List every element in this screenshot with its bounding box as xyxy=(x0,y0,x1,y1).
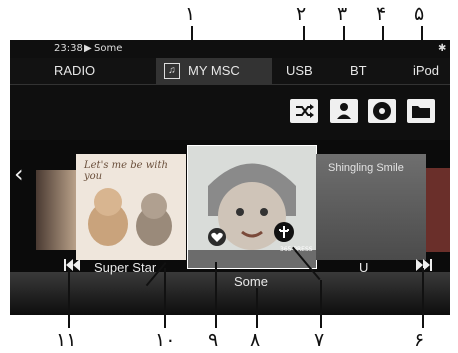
folder-icon xyxy=(412,106,430,118)
previous-track-button[interactable] xyxy=(62,256,84,274)
disc-button[interactable] xyxy=(368,99,396,123)
source-tabs: RADIO ♫ MY MSC USB BT iPod xyxy=(10,58,450,85)
leader-10 xyxy=(164,268,166,328)
callout-9: ۹ xyxy=(208,329,219,351)
right-track-title: U xyxy=(359,260,369,275)
callout-4: ۴ xyxy=(376,3,387,25)
status-track: Some xyxy=(94,43,123,54)
album-cover-far-right[interactable] xyxy=(426,168,450,252)
center-track-title: Some xyxy=(234,274,268,289)
music-note-icon: ♫ xyxy=(164,63,180,79)
folder-button[interactable] xyxy=(407,99,435,123)
album-cover-left[interactable]: Let's me be with you xyxy=(76,154,186,260)
leader-8 xyxy=(256,288,258,328)
callout-10: ۱۰ xyxy=(155,329,176,351)
cat-dog-illustration-icon xyxy=(88,188,172,246)
status-bar: 23:38 ▶ Some ✱ xyxy=(10,40,450,58)
usb-source-badge xyxy=(274,222,294,242)
album-cover-center[interactable]: 365 PRESS xyxy=(187,145,317,269)
tab-radio[interactable]: RADIO xyxy=(54,58,124,84)
bluetooth-icon: ✱ xyxy=(438,43,447,54)
disc-icon xyxy=(373,102,391,120)
skip-previous-icon xyxy=(64,259,80,271)
shuffle-icon xyxy=(296,104,314,118)
album-cover-right[interactable]: Shingling Smile xyxy=(316,154,426,260)
tab-usb[interactable]: USB xyxy=(286,58,336,84)
callout-7: ۷ xyxy=(314,329,325,351)
album-carousel[interactable]: ‹ Let's me be with you 365 PRESS Shingli… xyxy=(10,140,450,272)
album-cover-far-left[interactable] xyxy=(36,170,76,250)
shuffle-button[interactable] xyxy=(290,99,318,123)
cover-right-title: Shingling Smile xyxy=(328,162,404,174)
leader-6 xyxy=(422,268,424,328)
reflection-bar xyxy=(10,272,450,315)
leader-11 xyxy=(68,268,70,328)
tab-my-msc[interactable]: ♫ MY MSC xyxy=(156,58,272,84)
tab-bt[interactable]: BT xyxy=(350,58,390,84)
left-track-title: Super Star xyxy=(94,260,157,275)
callout-8: ۸ xyxy=(250,329,261,351)
tab-ipod[interactable]: iPod xyxy=(413,58,450,84)
heart-icon xyxy=(211,232,223,242)
callout-11: ۱۱ xyxy=(56,329,77,351)
artist-button[interactable] xyxy=(330,99,358,123)
leader-7 xyxy=(320,280,322,328)
callout-2: ۲ xyxy=(296,3,307,25)
usb-icon xyxy=(279,226,289,238)
favorite-heart-button[interactable] xyxy=(208,228,226,246)
leader-9 xyxy=(215,262,217,328)
callout-1: ۱ xyxy=(185,3,196,25)
person-icon xyxy=(337,103,351,119)
status-time: 23:38 xyxy=(54,43,83,54)
callout-5: ۵ xyxy=(414,3,425,25)
callout-3: ۳ xyxy=(337,3,348,25)
carousel-left-arrow-icon[interactable]: ‹ xyxy=(14,160,24,188)
play-indicator-icon: ▶ xyxy=(84,43,92,54)
head-unit-screen: 23:38 ▶ Some ✱ RADIO ♫ MY MSC USB BT iPo… xyxy=(10,40,450,315)
callout-6: ۶ xyxy=(414,329,425,351)
